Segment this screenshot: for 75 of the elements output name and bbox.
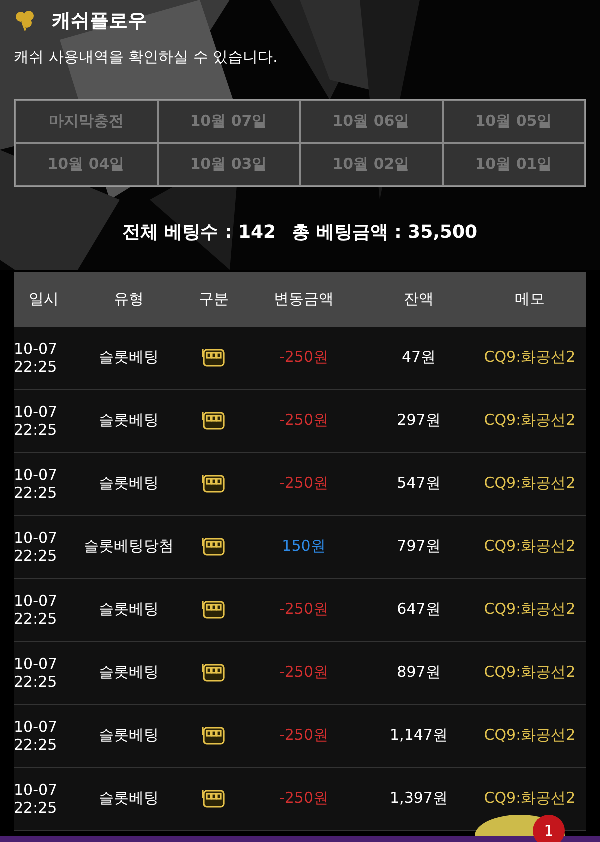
time-text: 22:25	[14, 546, 58, 564]
balance-cell-text: 47원	[400, 347, 438, 368]
date-filter-button[interactable]: 10월 06일	[300, 100, 442, 142]
slot-machine-icon	[201, 410, 227, 432]
time-text: 22:25	[14, 358, 58, 376]
date-filter-button[interactable]: 10월 02일	[300, 142, 442, 186]
amount-cell-text: -250원	[278, 599, 330, 620]
time-text: 22:25	[14, 420, 58, 438]
time-text: 22:25	[14, 798, 58, 816]
date-text: 10-07	[14, 340, 59, 358]
slot-machine-icon	[201, 598, 227, 621]
date-filter-button[interactable]: 10월 05일	[442, 100, 585, 142]
date-filter-button[interactable]: 마지막충전	[15, 100, 158, 142]
date-text: 10-07	[14, 654, 59, 672]
slot-machine-icon	[201, 662, 227, 684]
column-header: 유형	[113, 288, 145, 310]
date-filter-button[interactable]: 10월 07일	[158, 100, 300, 142]
date-text: 10-07	[14, 402, 59, 420]
amount-cell-text: -250원	[278, 725, 330, 746]
date-filter-button[interactable]: 10월 04일	[15, 142, 158, 186]
balance-cell-text: 1,397원	[389, 788, 449, 810]
memo-cell-text: CQ9:화공선2	[483, 599, 577, 620]
date-text: 10-07	[14, 592, 59, 610]
type-cell-text: 슬롯베팅	[98, 599, 160, 620]
column-header: 메모	[514, 288, 546, 310]
slot-machine-icon	[201, 724, 227, 747]
slot-machine-icon	[201, 788, 227, 810]
memo-cell-text: CQ9:화공선2	[483, 662, 577, 684]
balance-cell-text: 647원	[396, 599, 442, 620]
type-cell-text: 슬롯베팅	[98, 347, 160, 368]
date-filter-button[interactable]: 10월 03일	[158, 142, 300, 186]
clover-icon	[14, 10, 36, 32]
date-text: 10-07	[14, 466, 59, 484]
slot-machine-icon	[201, 536, 227, 558]
memo-cell-text: CQ9:화공선2	[483, 410, 577, 432]
column-header: 변동금액	[273, 288, 335, 310]
memo-cell-text: CQ9:화공선2	[483, 473, 577, 494]
column-header: 구분	[198, 288, 230, 310]
balance-cell-text: 897원	[396, 662, 442, 684]
memo-cell-text: CQ9:화공선2	[483, 536, 577, 558]
amount-cell-text: -250원	[278, 347, 330, 368]
time-text: 22:25	[14, 736, 58, 754]
bet-amount: 총 베팅금액 : 35,500	[292, 220, 478, 244]
amount-cell-text: -250원	[278, 410, 330, 432]
balance-cell-text: 797원	[396, 536, 442, 558]
type-cell-text: 슬롯베팅	[98, 725, 160, 746]
slot-machine-icon	[201, 346, 227, 369]
date-text: 10-07	[14, 718, 59, 736]
time-text: 22:25	[14, 484, 58, 502]
slot-machine-icon	[201, 472, 227, 495]
date-text: 10-07	[14, 780, 59, 798]
memo-cell-text: CQ9:화공선2	[483, 725, 577, 746]
type-cell-text: 슬롯베팅	[98, 662, 160, 684]
date-filter-button[interactable]: 10월 01일	[442, 142, 585, 186]
column-header: 일시	[28, 288, 60, 310]
page-title: 캐쉬플로우	[52, 8, 147, 34]
amount-cell-text: -250원	[278, 662, 330, 684]
amount-cell-text: 150원	[281, 536, 327, 558]
time-text: 22:25	[14, 610, 58, 628]
balance-cell-text: 1,147원	[389, 725, 449, 746]
date-text: 10-07	[14, 528, 59, 546]
bet-count: 전체 베팅수 : 142	[122, 220, 276, 244]
time-text: 22:25	[14, 672, 58, 690]
type-cell-text: 슬롯베팅	[98, 410, 160, 432]
amount-cell-text: -250원	[278, 788, 330, 810]
balance-cell-text: 547원	[396, 473, 442, 494]
amount-cell-text: -250원	[278, 473, 330, 494]
memo-cell-text: CQ9:화공선2	[483, 347, 577, 368]
type-cell-text: 슬롯베팅	[98, 473, 160, 494]
balance-cell-text: 297원	[396, 410, 442, 432]
page-subtitle: 캐쉬 사용내역을 확인하실 수 있습니다.	[14, 47, 279, 68]
type-cell-text: 슬롯베팅당첨	[83, 536, 175, 558]
memo-cell-text: CQ9:화공선2	[483, 788, 577, 810]
type-cell-text: 슬롯베팅	[98, 788, 160, 810]
column-header: 잔액	[403, 288, 435, 310]
